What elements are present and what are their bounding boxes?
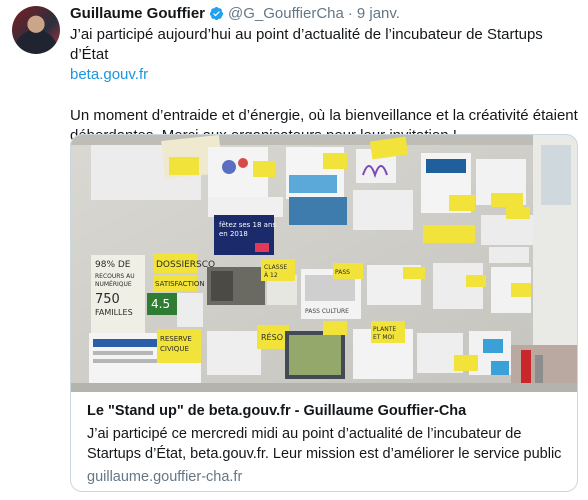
card-title[interactable]: Le "Stand up" de beta.gouv.fr - Guillaum… xyxy=(87,401,567,421)
svg-text:fêtez ses 18 ans: fêtez ses 18 ans xyxy=(219,221,276,229)
svg-text:PASS CULTURE: PASS CULTURE xyxy=(305,308,349,315)
card-domain[interactable]: guillaume.gouffier-cha.fr xyxy=(87,467,567,487)
card-description: J’ai participé ce mercredi midi au point… xyxy=(87,426,562,462)
separator-dot: · xyxy=(347,4,353,22)
card-body: Le "Stand up" de beta.gouv.fr - Guillaum… xyxy=(87,401,567,487)
svg-text:RÉSO: RÉSO xyxy=(261,331,283,342)
svg-text:SATISFACTION: SATISFACTION xyxy=(155,280,205,288)
svg-text:CLASSE: CLASSE xyxy=(264,264,287,271)
svg-text:98% DE: 98% DE xyxy=(95,260,131,270)
tweet: Guillaume Gouffier @G_GouffierCha · 9 ja… xyxy=(70,4,578,492)
tweet-header: Guillaume Gouffier @G_GouffierCha · 9 ja… xyxy=(70,4,578,22)
svg-text:DOSSIERSCO: DOSSIERSCO xyxy=(156,260,215,270)
svg-text:RESERVE: RESERVE xyxy=(160,335,192,343)
svg-text:FAMILLES: FAMILLES xyxy=(95,308,133,317)
author-handle[interactable]: @G_GouffierCha xyxy=(228,5,344,22)
author-avatar[interactable] xyxy=(12,6,60,54)
card-image: fêtez ses 18 ans en 2018 98% DE RECOURS … xyxy=(71,135,577,392)
author-name[interactable]: Guillaume Gouffier xyxy=(70,5,205,22)
tweet-link[interactable]: beta.gouv.fr xyxy=(70,66,148,83)
tweet-text-line1: J’ai participé aujourd’hui au point d’ac… xyxy=(70,26,543,63)
svg-text:RECOURS AU: RECOURS AU xyxy=(95,273,135,280)
svg-text:PLANTE: PLANTE xyxy=(373,326,396,333)
svg-text:CIVIQUE: CIVIQUE xyxy=(160,345,189,353)
svg-text:750: 750 xyxy=(95,292,120,307)
tweet-date[interactable]: 9 janv. xyxy=(357,5,400,22)
svg-text:4.5: 4.5 xyxy=(151,297,170,311)
link-preview-card[interactable]: fêtez ses 18 ans en 2018 98% DE RECOURS … xyxy=(70,134,578,492)
verified-badge-icon xyxy=(209,6,224,20)
svg-text:À 12: À 12 xyxy=(264,272,278,279)
svg-text:en 2018: en 2018 xyxy=(219,230,248,238)
svg-text:ET MOI: ET MOI xyxy=(373,334,394,341)
svg-text:PASS: PASS xyxy=(335,269,350,276)
svg-text:NUMÉRIQUE: NUMÉRIQUE xyxy=(95,280,132,288)
